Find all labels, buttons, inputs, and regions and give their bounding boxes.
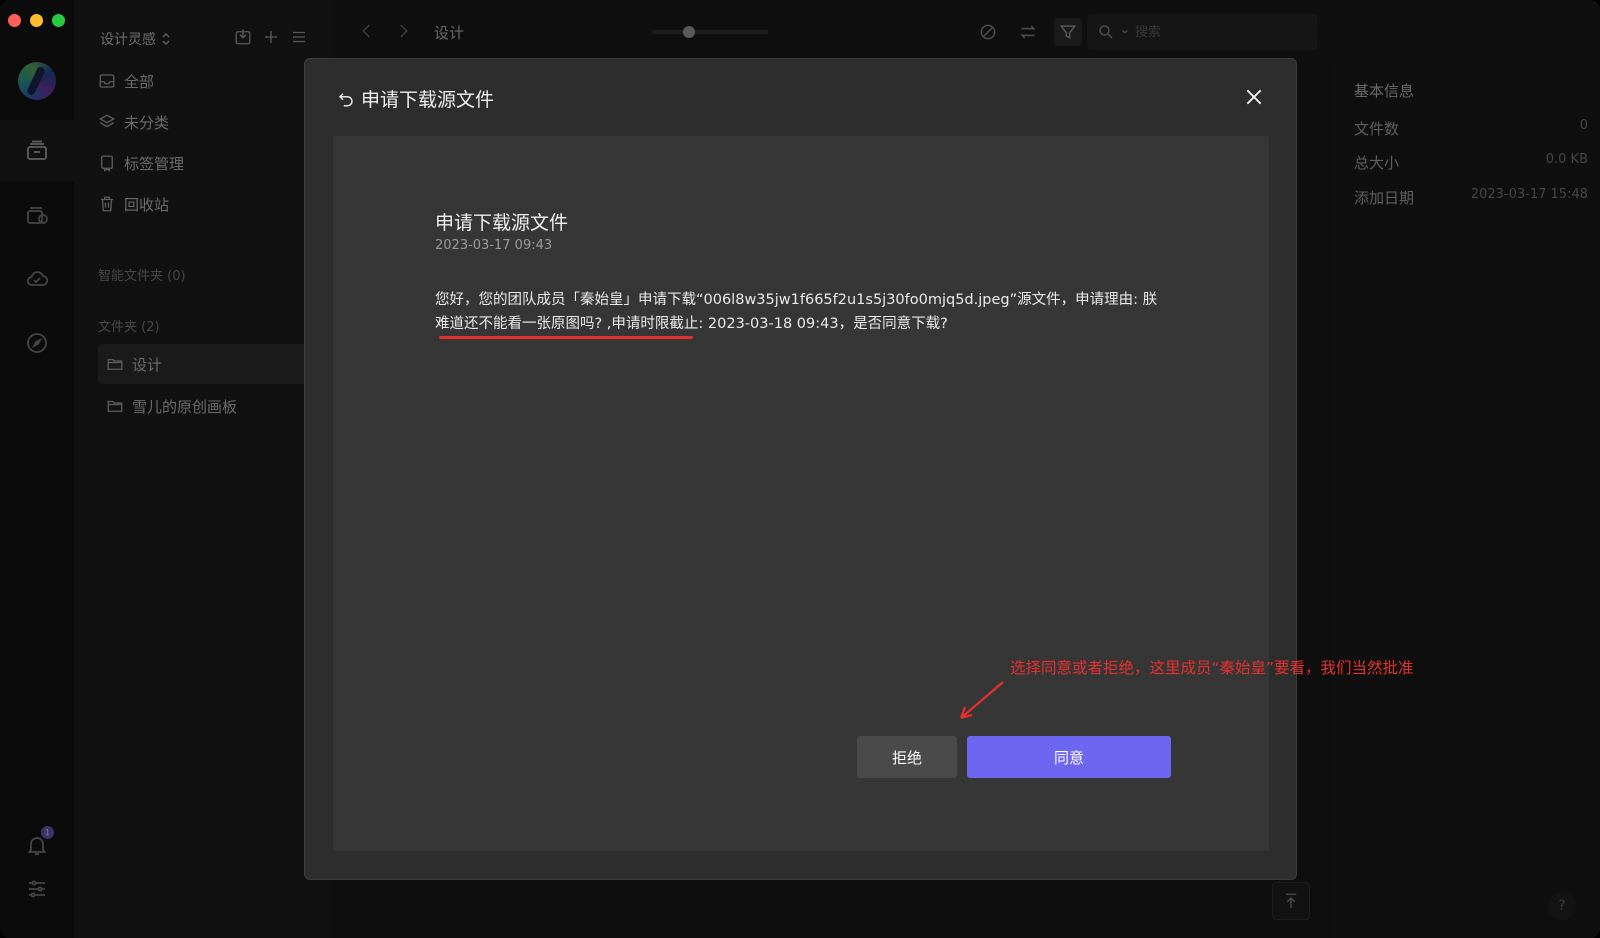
undo-arrow-icon[interactable]: [337, 90, 355, 108]
reject-button[interactable]: 拒绝: [857, 736, 957, 778]
accept-button[interactable]: 同意: [967, 736, 1171, 778]
request-message: 您好，您的团队成员「秦始皇」申请下载“006l8w35jw1f665f2u1s5…: [435, 292, 1158, 332]
request-card: 申请下载源文件 2023-03-17 09:43 您好，您的团队成员「秦始皇」申…: [333, 136, 1269, 851]
minimize-window-button[interactable]: [30, 14, 43, 27]
maximize-window-button[interactable]: [52, 14, 65, 27]
dialog-header: 申请下载源文件: [337, 85, 494, 112]
annotation-arrow-icon: [959, 681, 1004, 720]
close-icon: [1246, 89, 1262, 105]
request-title: 申请下载源文件: [435, 212, 569, 234]
annotation-underline: [439, 336, 693, 339]
download-request-dialog: 申请下载源文件 申请下载源文件 2023-03-17 09:43 您好，您的团队…: [304, 58, 1297, 880]
dialog-title: 申请下载源文件: [361, 89, 495, 111]
annotation-text: 选择同意或者拒绝，这里成员“秦始皇”要看，我们当然批准: [1010, 659, 1414, 677]
app-window: 1 设计灵感 全部 41 未分类 0 标签管理 0: [0, 0, 1600, 938]
window-controls: [8, 14, 65, 27]
dialog-close-button[interactable]: [1242, 85, 1266, 109]
request-date: 2023-03-17 09:43: [435, 238, 553, 253]
close-window-button[interactable]: [8, 14, 21, 27]
